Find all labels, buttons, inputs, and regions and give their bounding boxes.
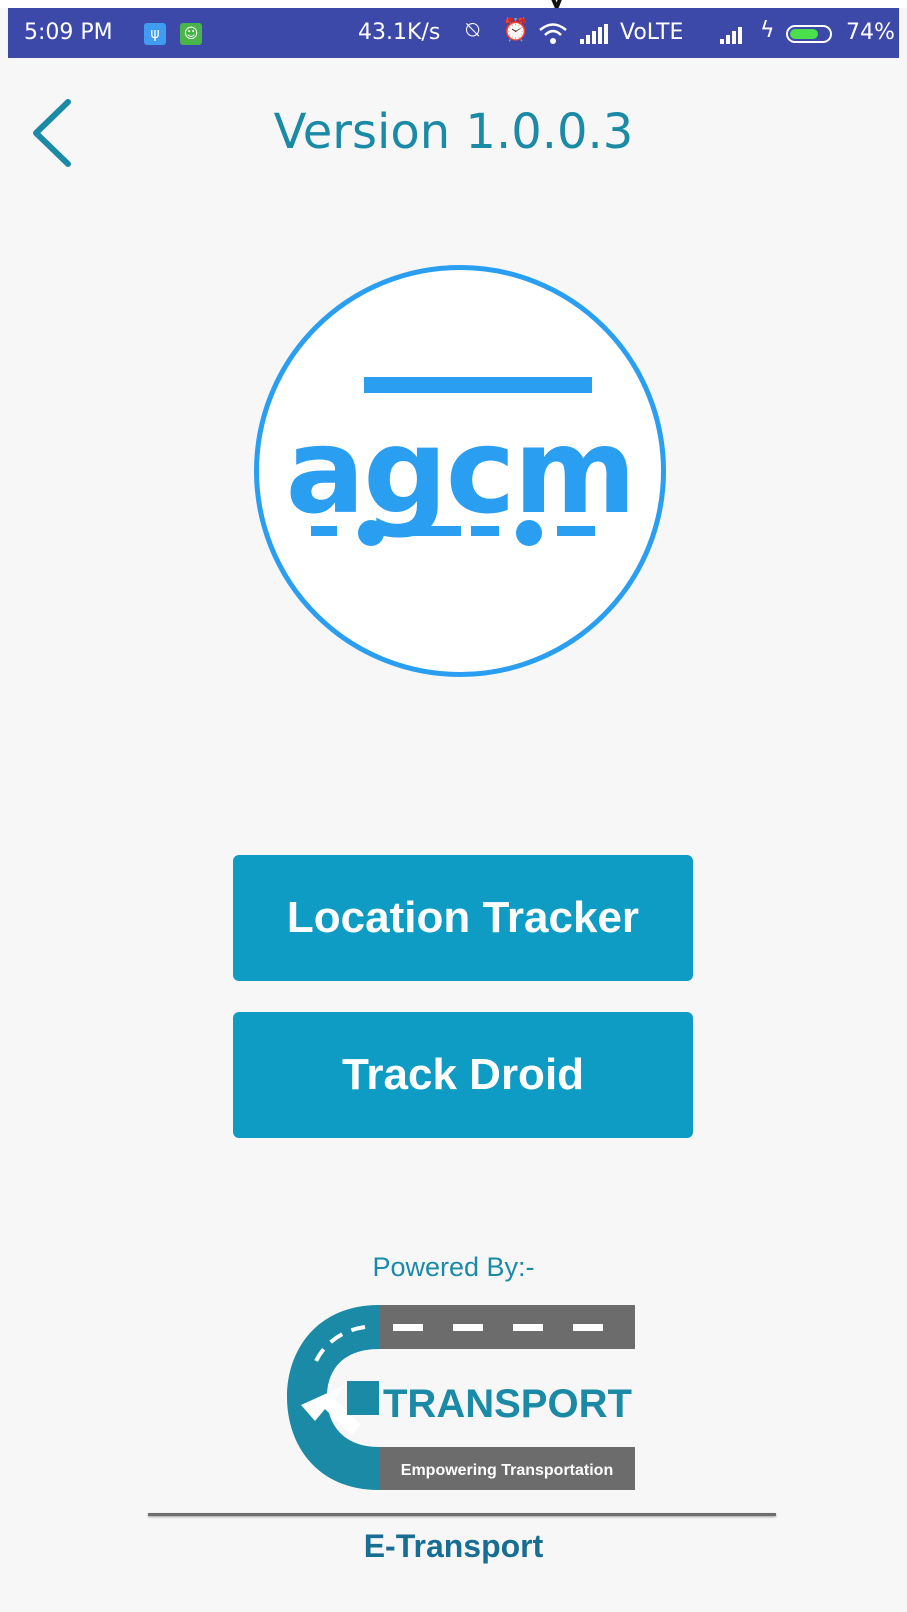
cropped-glyph: y <box>548 0 582 12</box>
track-droid-button[interactable]: Track Droid <box>233 1012 693 1138</box>
usb-icon: ψ <box>144 23 166 45</box>
brand-name: E-Transport <box>363 1528 544 1564</box>
svg-text:Empowering Transportation: Empowering Transportation <box>401 1462 613 1479</box>
svg-text:agcm: agcm <box>286 402 635 540</box>
battery-percent: 74% <box>846 20 895 45</box>
footer-divider <box>148 1513 776 1516</box>
page-title: Version 1.0.0.3 <box>273 104 634 160</box>
network-speed: 43.1K/s <box>358 20 441 45</box>
status-bar: 5:09 PM ψ ☺ 43.1K/s ⍉ ⏰ VoLTE ϟ 74% <box>8 8 899 58</box>
battery-icon <box>786 25 832 43</box>
alarm-icon: ⏰ <box>502 18 530 43</box>
location-tracker-button[interactable]: Location Tracker <box>233 855 693 981</box>
wifi-icon <box>539 23 567 44</box>
app-logo: agcm <box>254 265 666 677</box>
signal-icon-2 <box>720 27 742 44</box>
status-time: 5:09 PM <box>24 20 113 45</box>
signal-icon <box>580 24 608 44</box>
app-notification-icon: ☺ <box>180 23 202 45</box>
top-strip: y <box>0 0 907 12</box>
charging-icon: ϟ <box>760 18 775 43</box>
battery-fill <box>790 29 819 39</box>
powered-by-label: Powered By:- <box>372 1252 535 1282</box>
e-transport-logo: TRANSPORT Empowering Transportation <box>287 1305 635 1490</box>
network-type: VoLTE <box>620 20 684 45</box>
svg-text:TRANSPORT: TRANSPORT <box>383 1382 632 1426</box>
agcm-logo-mark: agcm <box>286 377 637 546</box>
notification-mute-icon: ⍉ <box>466 18 480 43</box>
